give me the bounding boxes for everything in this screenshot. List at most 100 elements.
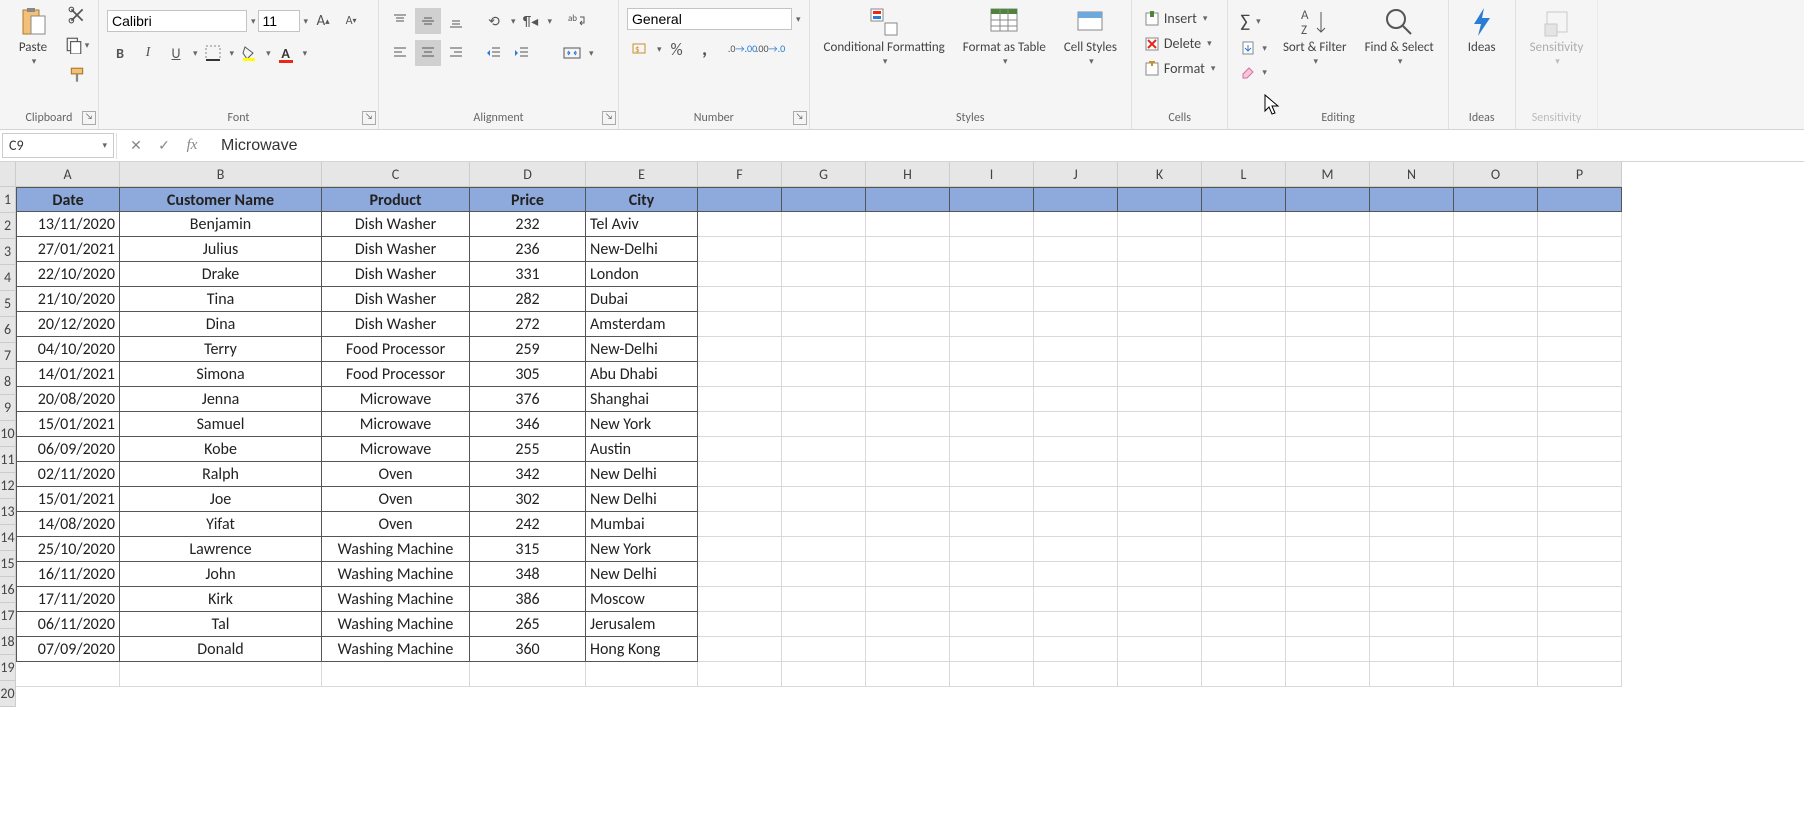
cell[interactable]: 21/10/2020	[16, 287, 120, 312]
cell[interactable]: Kirk	[120, 587, 322, 612]
cell[interactable]: New York	[586, 537, 698, 562]
paste-button[interactable]: Paste ▾	[8, 2, 58, 71]
cell[interactable]	[866, 262, 950, 287]
cell[interactable]: Jenna	[120, 387, 322, 412]
cell[interactable]: City	[586, 187, 698, 212]
cell[interactable]: New York	[586, 412, 698, 437]
cell[interactable]	[950, 612, 1034, 637]
cell[interactable]	[698, 537, 782, 562]
cell[interactable]	[1538, 587, 1622, 612]
cell[interactable]	[1286, 362, 1370, 387]
cell[interactable]	[1454, 362, 1538, 387]
cell[interactable]	[1370, 637, 1454, 662]
cell[interactable]	[698, 387, 782, 412]
cell[interactable]	[1370, 187, 1454, 212]
font-dialog-launcher[interactable]: ↘	[362, 111, 376, 125]
decrease-font-button[interactable]: A▾	[338, 8, 364, 34]
row-header-2[interactable]: 2	[0, 213, 16, 239]
clear-button[interactable]: ▾	[1236, 62, 1271, 82]
row-header-15[interactable]: 15	[0, 551, 16, 577]
cell[interactable]	[322, 662, 470, 687]
cell[interactable]	[1370, 337, 1454, 362]
cell[interactable]	[1370, 587, 1454, 612]
cell[interactable]	[1370, 612, 1454, 637]
cell[interactable]	[950, 512, 1034, 537]
cell[interactable]	[1034, 312, 1118, 337]
cell[interactable]: Washing Machine	[322, 537, 470, 562]
cell[interactable]	[782, 237, 866, 262]
column-header-N[interactable]: N	[1370, 162, 1454, 187]
cell[interactable]	[1454, 312, 1538, 337]
cell[interactable]	[1454, 562, 1538, 587]
font-size-input[interactable]	[258, 10, 300, 32]
cell[interactable]	[782, 662, 866, 687]
cell[interactable]	[1286, 412, 1370, 437]
cell[interactable]	[1034, 412, 1118, 437]
cell[interactable]	[1034, 462, 1118, 487]
autosum-button[interactable]: ∑▾	[1236, 8, 1271, 34]
row-header-6[interactable]: 6	[0, 317, 16, 343]
cell[interactable]: 302	[470, 487, 586, 512]
cell[interactable]: Date	[16, 187, 120, 212]
cell[interactable]: Shanghai	[586, 387, 698, 412]
cell[interactable]	[1454, 237, 1538, 262]
column-header-F[interactable]: F	[698, 162, 782, 187]
cell[interactable]	[950, 287, 1034, 312]
cell[interactable]: New Delhi	[586, 462, 698, 487]
chevron-down-icon[interactable]: ▾	[193, 48, 198, 59]
chevron-down-icon[interactable]: ▾	[251, 16, 256, 27]
format-button[interactable]: Format▾	[1140, 58, 1220, 79]
cell[interactable]	[698, 487, 782, 512]
cell[interactable]	[1118, 312, 1202, 337]
cell[interactable]	[1034, 437, 1118, 462]
cell[interactable]	[1538, 412, 1622, 437]
cell[interactable]	[866, 462, 950, 487]
cell[interactable]: Dish Washer	[322, 287, 470, 312]
cell[interactable]	[698, 587, 782, 612]
cell[interactable]	[1202, 362, 1286, 387]
cell[interactable]	[1370, 412, 1454, 437]
cell[interactable]	[1202, 512, 1286, 537]
cell[interactable]	[1286, 512, 1370, 537]
cell[interactable]	[782, 312, 866, 337]
cell[interactable]: Joe	[120, 487, 322, 512]
cell[interactable]	[950, 587, 1034, 612]
cell[interactable]	[782, 562, 866, 587]
cell[interactable]	[1370, 287, 1454, 312]
cell[interactable]	[782, 337, 866, 362]
cell[interactable]	[950, 362, 1034, 387]
comma-button[interactable]: ,	[692, 36, 718, 62]
cell[interactable]: Simona	[120, 362, 322, 387]
percent-button[interactable]: %	[664, 36, 690, 62]
increase-indent-button[interactable]	[509, 40, 535, 66]
cell[interactable]	[1202, 637, 1286, 662]
row-header-16[interactable]: 16	[0, 577, 16, 603]
row-header-14[interactable]: 14	[0, 525, 16, 551]
cancel-formula-button[interactable]: ✕	[123, 133, 149, 159]
cell[interactable]	[866, 362, 950, 387]
row-header-7[interactable]: 7	[0, 343, 16, 369]
cell[interactable]	[1286, 387, 1370, 412]
cell[interactable]	[1286, 487, 1370, 512]
cell[interactable]	[1202, 387, 1286, 412]
cell[interactable]: Washing Machine	[322, 637, 470, 662]
align-middle-button[interactable]	[415, 8, 441, 34]
insert-button[interactable]: Insert▾	[1140, 8, 1211, 29]
cell[interactable]	[470, 662, 586, 687]
cell[interactable]	[1286, 437, 1370, 462]
cell[interactable]	[1538, 562, 1622, 587]
cell[interactable]: Oven	[322, 462, 470, 487]
cell[interactable]	[782, 287, 866, 312]
cell[interactable]	[1538, 387, 1622, 412]
cell[interactable]	[1454, 212, 1538, 237]
cell[interactable]: 346	[470, 412, 586, 437]
cell[interactable]	[1118, 287, 1202, 312]
cell[interactable]: New Delhi	[586, 562, 698, 587]
cell[interactable]	[1286, 462, 1370, 487]
cell[interactable]	[1538, 512, 1622, 537]
cell[interactable]	[866, 237, 950, 262]
cell[interactable]	[1286, 187, 1370, 212]
chevron-down-icon[interactable]: ▾	[796, 14, 801, 25]
cell[interactable]	[1370, 487, 1454, 512]
cell[interactable]	[1202, 587, 1286, 612]
